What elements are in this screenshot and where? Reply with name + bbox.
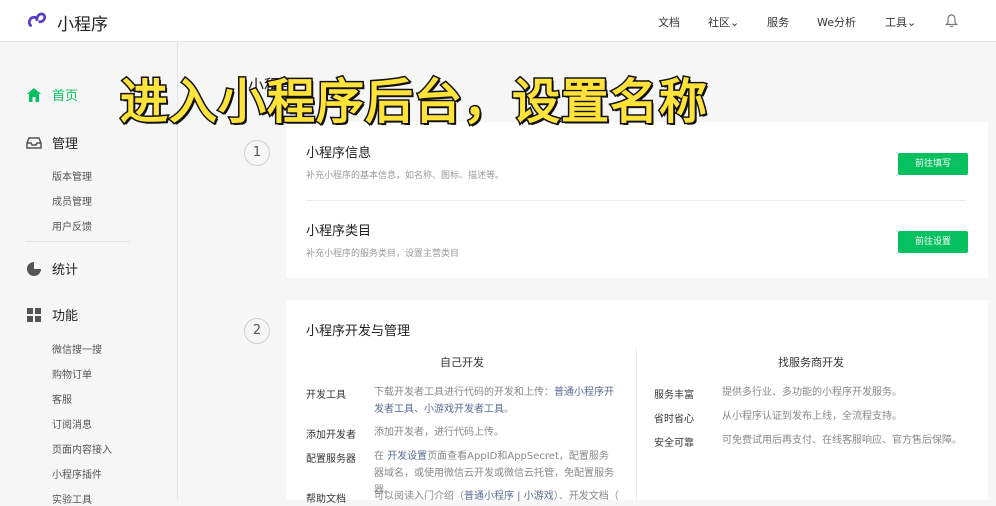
dev-manage-title: 小程序开发与管理 [306,324,411,339]
nav-we-analysis[interactable]: We分析 [817,14,856,30]
row-text: 可以阅读入门介绍（普通小程序 | 小游戏）、开发文档（ [374,488,619,505]
row-text: 下载开发者工具进行代码的开发和上传：普通小程序开发者工具、小游戏开发者工具。 [374,384,618,418]
row-text: 添加开发者，进行代码上传。 [374,424,618,441]
row-text-pre: 下载开发者工具进行代码的开发和上传： [374,387,554,398]
step-number: 2 [244,318,270,344]
sidebar-item-stats[interactable]: 统计 [26,259,78,278]
row-text-pre: 添加开发者，进行代码上传。 [374,427,504,438]
row-label: 安全可靠 [654,438,694,449]
row-text: 可免费试用后再支付、在线客服响应、官方售后保障。 [722,435,962,446]
sidebar-item-member-manage[interactable]: 成员管理 [52,193,92,208]
inbox-icon [26,136,42,149]
row-label: 开发工具 [306,390,346,401]
row-text: 提供多行业、多功能的小程序开发服务。 [722,387,902,398]
brand-title[interactable]: 小程序 [57,10,108,35]
sidebar-item-label: 首页 [52,89,79,104]
fill-info-button[interactable]: 前往填写 [898,153,968,175]
row-label: 省时省心 [654,414,694,425]
sidebar-item-user-feedback[interactable]: 用户反馈 [52,218,92,233]
sidebar-item-subscribe-message[interactable]: 订阅消息 [52,416,92,431]
divider [306,200,966,201]
sidebar-item-home[interactable]: 首页 [26,85,78,104]
set-category-button[interactable]: 前往设置 [898,231,968,253]
sidebar-item-wechat-search[interactable]: 微信搜一搜 [52,341,102,356]
row-label: 添加开发者 [306,430,356,441]
bell-icon[interactable] [945,14,958,28]
sidebar-item-label: 功能 [52,309,79,324]
row-text-post: 。 [504,404,514,415]
row-label: 帮助文档 [306,494,346,505]
chevron-down-icon: ⌄ [907,16,917,29]
divider [636,348,637,500]
nav-tools-label: 工具 [885,16,907,29]
sidebar-item-plugins[interactable]: 小程序插件 [52,466,102,481]
step1-card: 小程序信息 补充小程序的基本信息，如名称、图标、描述等。 前往填写 小程序类目 … [286,122,988,278]
divider [26,241,130,242]
chevron-down-icon: ⌄ [730,16,740,29]
info-title: 小程序信息 [306,146,372,161]
overlay-caption: 进入小程序后台，设置名称 [118,73,709,132]
category-desc: 补充小程序的服务类目，设置主营类目 [306,249,460,259]
sidebar-item-customer-service[interactable]: 客服 [52,391,72,406]
sidebar-item-experiment-tools[interactable]: 实验工具 [52,491,92,506]
dev-settings-link[interactable]: 开发设置 [387,451,427,462]
nav-tools[interactable]: 工具⌄ [885,14,916,30]
nav-community[interactable]: 社区⌄ [708,14,739,30]
pie-chart-icon [27,261,41,276]
sidebar-item-label: 管理 [52,137,79,152]
intro-link[interactable]: 普通小程序 | 小游戏 [464,491,554,502]
nav-community-label: 社区 [708,16,730,29]
sidebar-item-version-manage[interactable]: 版本管理 [52,168,92,183]
info-desc: 补充小程序的基本信息，如名称、图标、描述等。 [306,171,505,181]
self-dev-heading: 自己开发 [440,356,484,369]
sidebar-item-label: 统计 [52,263,79,278]
sidebar-item-shopping-orders[interactable]: 购物订单 [52,366,92,381]
row-label: 服务丰富 [654,390,694,401]
step-number: 1 [244,140,270,166]
row-label: 配置服务器 [306,454,356,465]
sidebar-item-manage[interactable]: 管理 [26,133,78,152]
mini-program-logo-icon[interactable] [26,9,48,31]
nav-services[interactable]: 服务 [767,14,789,30]
row-text: 从小程序认证到发布上线，全流程支持。 [722,411,902,422]
category-title: 小程序类目 [306,224,372,239]
sidebar-item-page-content[interactable]: 页面内容接入 [52,441,112,456]
sidebar-item-features[interactable]: 功能 [26,305,78,324]
grid-icon [27,307,41,322]
top-bar: 小程序 文档 社区⌄ 服务 We分析 工具⌄ [0,0,996,42]
row-text-pre: 可以阅读入门介绍（ [374,491,464,502]
home-icon [27,87,41,102]
row-text-pre: 在 [374,451,388,462]
step2-card: 小程序开发与管理 自己开发 找服务商开发 开发工具 下载开发者工具进行代码的开发… [286,300,988,505]
nav-docs[interactable]: 文档 [658,14,680,30]
vendor-dev-heading: 找服务商开发 [778,356,844,369]
row-text-post: ）、开发文档（ [553,491,619,502]
